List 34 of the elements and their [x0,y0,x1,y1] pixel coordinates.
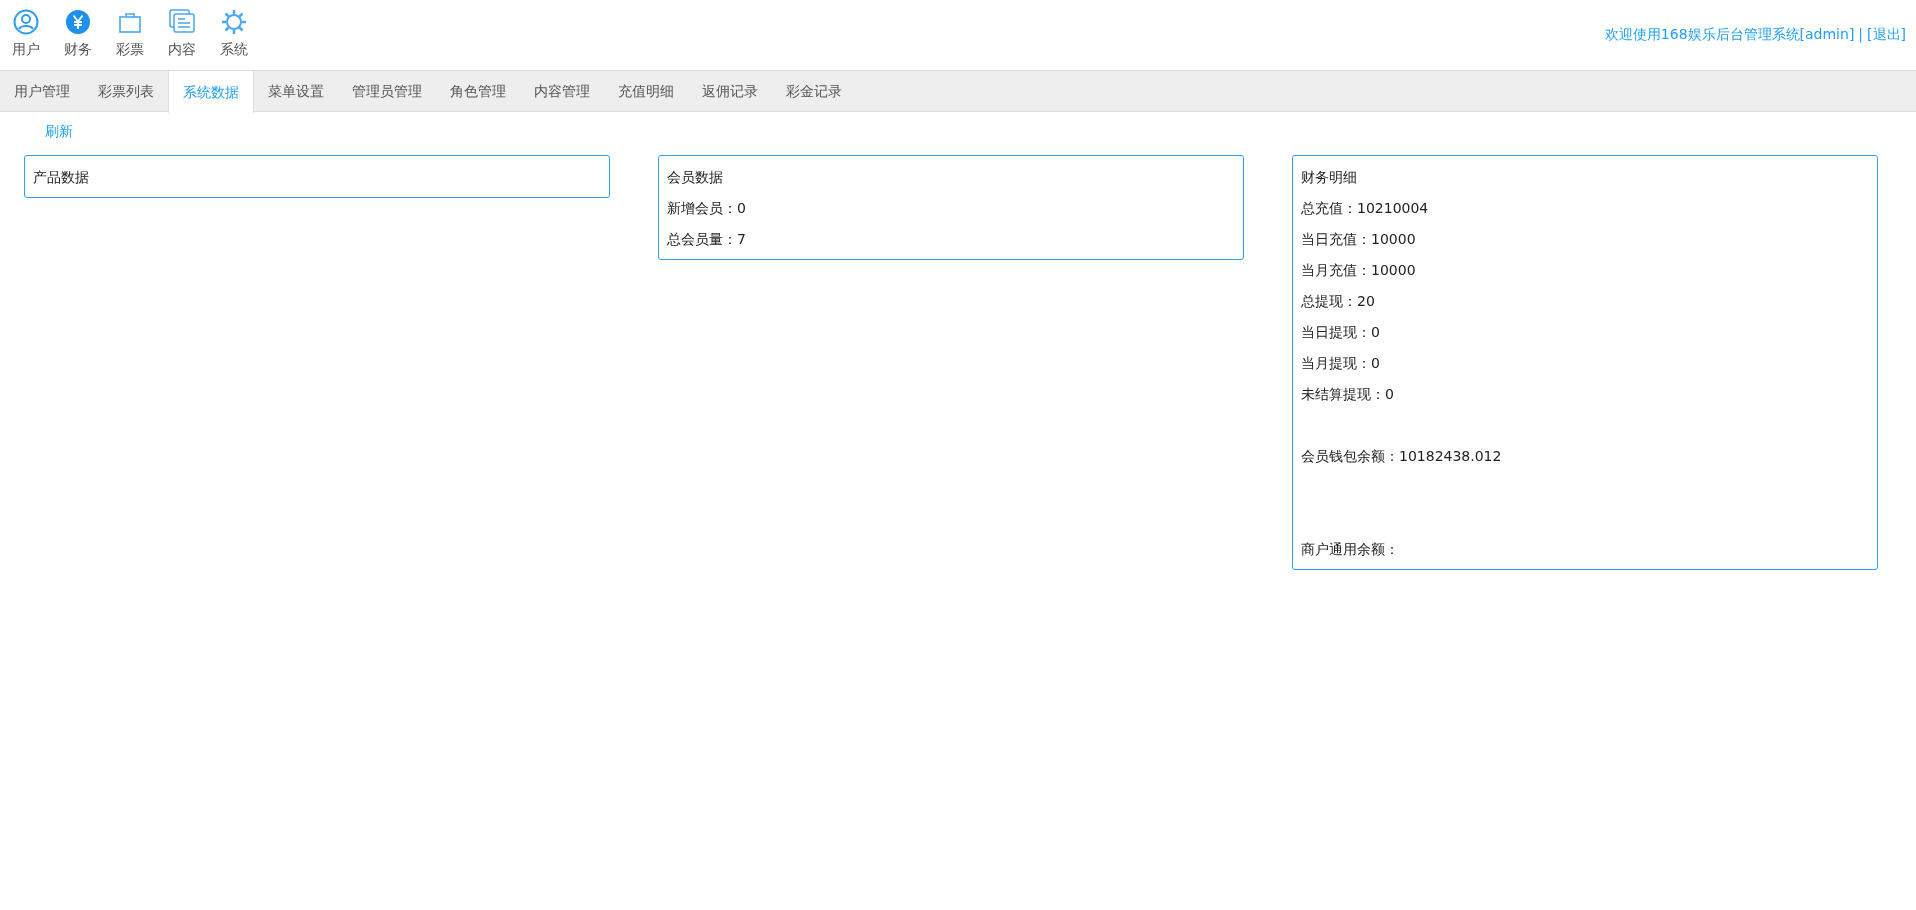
stat-line: 当日充值：10000 [1301,230,1417,249]
tab[interactable]: 彩票列表 [84,71,168,111]
tab[interactable]: 返佣记录 [688,71,772,111]
tab[interactable]: 管理员管理 [338,71,436,111]
stat-line: 总会员量：7 [667,230,747,249]
tab[interactable]: 彩金记录 [772,71,856,111]
stat-line: 会员钱包余额：10182438.012 [1301,447,1503,466]
tab[interactable]: 菜单设置 [254,71,338,111]
stat-line: 总提现：20 [1301,292,1376,311]
nav-link[interactable]: 财务 [64,41,92,59]
welcome-text: 欢迎使用168娱乐后台管理系统[admin] [1604,26,1855,44]
stat-line: 新增会员：0 [667,199,747,218]
tab[interactable]: 内容管理 [520,71,604,111]
document-icon [169,9,195,35]
stat-line: 总充值：10210004 [1301,199,1430,218]
nav-link[interactable]: 内容 [168,41,196,59]
panel-title: 会员数据 [667,168,724,187]
yen-icon [65,9,91,35]
nav-link[interactable]: 系统 [220,41,248,59]
tab[interactable]: 角色管理 [436,71,520,111]
separator: | [1858,26,1864,44]
user-icon [13,9,39,35]
stat-line: 商户通用余额： [1301,540,1400,559]
stat-line: 当月提现：0 [1301,354,1381,373]
tab[interactable]: 充值明细 [604,71,688,111]
stat-line: 当日提现：0 [1301,323,1381,342]
stat-line: 当月充值：10000 [1301,261,1417,280]
panel-title: 财务明细 [1301,168,1358,187]
stat-line: 未结算提现：0 [1301,385,1395,404]
tab[interactable]: 用户管理 [0,71,84,111]
panel-title: 产品数据 [33,168,90,187]
nav-link[interactable]: 彩票 [116,41,144,59]
nav-link[interactable]: 用户 [12,41,40,59]
gear-icon [221,9,247,35]
